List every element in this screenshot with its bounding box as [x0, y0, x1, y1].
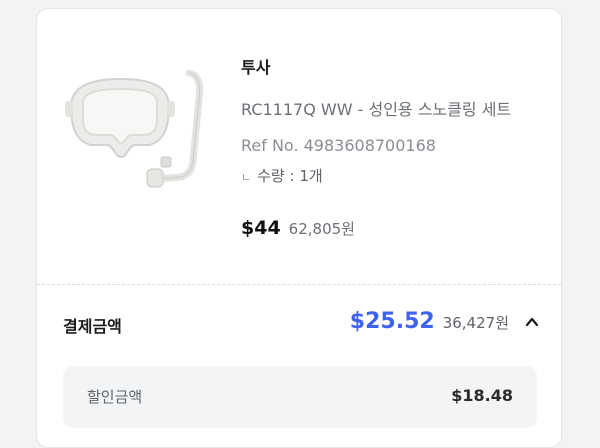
product-name[interactable]: RC1117Q WW - 성인용 스노클링 세트 — [241, 97, 531, 123]
product-info: 투사 RC1117Q WW - 성인용 스노클링 세트 Ref No. 4983… — [241, 57, 541, 239]
product-quantity: ㄴ 수량 : 1개 — [241, 165, 541, 189]
section-divider — [37, 284, 561, 285]
product-price-usd: $44 — [241, 217, 281, 239]
payment-amount-label: 결제금액 — [63, 317, 122, 336]
order-summary-card: 투사 RC1117Q WW - 성인용 스노클링 세트 Ref No. 4983… — [36, 8, 562, 448]
quantity-indent-mark: ㄴ — [241, 171, 252, 184]
discount-value: $18.48 — [451, 386, 513, 405]
payment-amount-usd: $25.52 — [349, 309, 435, 334]
payment-amount[interactable]: $25.52 36,427원 — [350, 309, 539, 334]
discount-label: 할인금액 — [87, 388, 143, 406]
product-brand: 투사 — [241, 58, 271, 77]
product-ref-number: Ref No. 4983608700168 — [241, 136, 436, 155]
chevron-up-icon[interactable] — [525, 315, 539, 329]
product-image — [65, 69, 204, 188]
product-price-row: $44 62,805원 — [241, 217, 541, 239]
product-price-krw: 62,805원 — [288, 220, 355, 238]
payment-amount-krw: 36,427원 — [442, 314, 509, 332]
discount-summary: 할인금액 $18.48 — [63, 366, 537, 428]
quantity-text: 수량 : 1개 — [257, 167, 323, 185]
